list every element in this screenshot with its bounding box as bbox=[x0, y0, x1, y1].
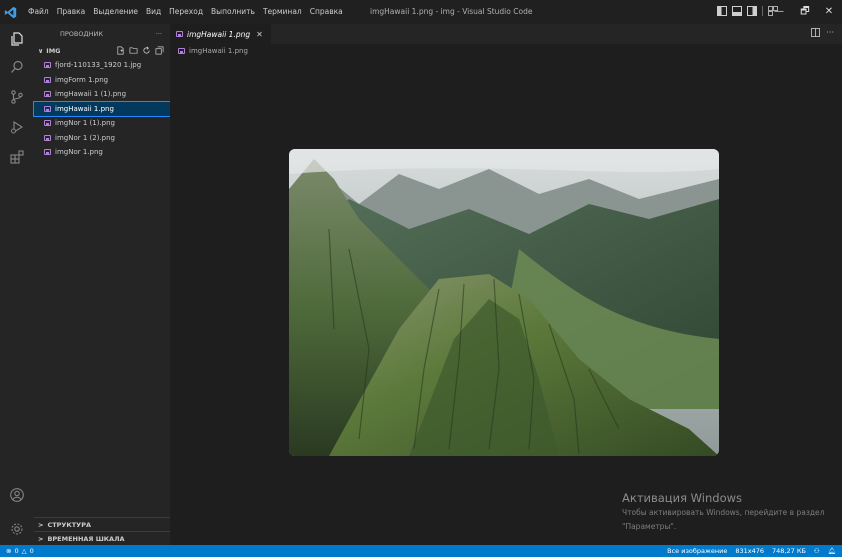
new-file-icon[interactable] bbox=[116, 46, 125, 55]
close-window-button[interactable]: ✕ bbox=[816, 0, 842, 24]
explorer-more-button[interactable]: ··· bbox=[156, 30, 162, 38]
settings-gear-icon[interactable] bbox=[6, 518, 28, 540]
timeline-label: ВРЕМЕННАЯ ШКАЛА bbox=[47, 534, 125, 543]
menu-edit[interactable]: Правка bbox=[53, 0, 90, 24]
minimize-button[interactable]: — bbox=[766, 0, 792, 24]
menu-go[interactable]: Переход bbox=[165, 0, 207, 24]
toggle-panel-icon[interactable] bbox=[732, 6, 742, 16]
image-file-icon bbox=[44, 105, 51, 112]
notifications-bell-icon[interactable]: 🔔︎ bbox=[828, 545, 836, 557]
file-item[interactable]: imgNor 1 (2).png bbox=[34, 131, 170, 146]
account-icon[interactable] bbox=[6, 484, 28, 506]
image-zoom-label[interactable]: Все изображение bbox=[667, 545, 727, 557]
warning-count: 0 bbox=[29, 547, 34, 555]
refresh-icon[interactable] bbox=[142, 46, 151, 55]
image-file-icon bbox=[178, 48, 185, 54]
image-preview bbox=[289, 149, 719, 456]
tab-imghawaii[interactable]: imgHawaii 1.png ✕ bbox=[170, 24, 271, 44]
restore-button[interactable]: 🗗 bbox=[792, 0, 818, 24]
menu-terminal[interactable]: Терминал bbox=[259, 0, 306, 24]
image-file-icon bbox=[44, 62, 51, 69]
explorer-title: ПРОВОДНИК bbox=[60, 30, 103, 38]
divider bbox=[762, 6, 763, 16]
file-name: imgNor 1 (2).png bbox=[55, 133, 115, 142]
window-title: imgHawaii 1.png - img - Visual Studio Co… bbox=[370, 7, 533, 16]
activation-title: Активация Windows bbox=[622, 491, 743, 505]
windows-activation-watermark: Активация Windows Чтобы активировать Win… bbox=[622, 491, 824, 533]
menu-file[interactable]: Файл bbox=[24, 0, 53, 24]
error-count: 0 bbox=[14, 547, 19, 555]
activation-line-2: "Параметры". bbox=[622, 522, 677, 531]
breadcrumb: imgHawaii 1.png bbox=[170, 44, 842, 58]
collapse-all-icon[interactable] bbox=[155, 46, 164, 55]
menu-view[interactable]: Вид bbox=[142, 0, 165, 24]
menu-help[interactable]: Справка bbox=[306, 0, 347, 24]
explorer-icon[interactable] bbox=[6, 28, 28, 50]
file-name: fjord-110133_1920 1.jpg bbox=[55, 61, 142, 70]
vscode-logo-icon bbox=[0, 0, 20, 24]
file-name: imgNor 1.png bbox=[55, 148, 103, 157]
chevron-down-icon: ∨ bbox=[38, 47, 44, 55]
tab-label: imgHawaii 1.png bbox=[187, 29, 251, 39]
menu-bar: Файл Правка Выделение Вид Переход Выполн… bbox=[24, 0, 347, 24]
run-debug-icon[interactable] bbox=[6, 116, 28, 138]
folder-label: IMG bbox=[46, 47, 61, 55]
outline-label: СТРУКТУРА bbox=[47, 520, 91, 529]
image-file-icon bbox=[44, 134, 51, 141]
folder-actions bbox=[116, 46, 164, 55]
image-file-icon bbox=[44, 91, 51, 98]
new-folder-icon[interactable] bbox=[129, 46, 138, 55]
file-name: imgHawaii 1 (1).png bbox=[55, 90, 127, 99]
file-item[interactable]: fjord-110133_1920 1.jpg bbox=[34, 58, 170, 73]
status-right: Все изображение 831x476 748,27 КБ ⚇ 🔔︎ bbox=[667, 545, 836, 557]
image-dimensions: 831x476 bbox=[735, 547, 765, 555]
image-file-icon bbox=[44, 120, 51, 127]
editor-actions: ··· bbox=[811, 28, 834, 37]
breadcrumb-file[interactable]: imgHawaii 1.png bbox=[189, 47, 248, 55]
editor-area: imgHawaii 1.png ✕ ··· imgHawaii 1.png Ак… bbox=[170, 24, 842, 545]
toggle-primary-sidebar-icon[interactable] bbox=[717, 6, 727, 16]
chevron-right-icon: > bbox=[38, 520, 44, 529]
file-name: imgHawaii 1.png bbox=[55, 104, 114, 113]
menu-run[interactable]: Выполнить bbox=[207, 0, 259, 24]
problems-indicator[interactable]: ⊗ 0 △ 0 bbox=[6, 545, 34, 557]
source-control-icon[interactable] bbox=[6, 86, 28, 108]
extensions-icon[interactable] bbox=[6, 146, 28, 168]
status-bar: ⊗ 0 △ 0 Все изображение 831x476 748,27 К… bbox=[0, 545, 842, 557]
tab-close-button[interactable]: ✕ bbox=[256, 30, 263, 39]
activity-bar bbox=[0, 24, 34, 545]
image-file-icon bbox=[44, 149, 51, 156]
image-size: 748,27 КБ bbox=[772, 547, 806, 555]
title-bar: Файл Правка Выделение Вид Переход Выполн… bbox=[0, 0, 842, 24]
file-item[interactable]: imgHawaii 1 (1).png bbox=[34, 87, 170, 102]
file-name: imgForm 1.png bbox=[55, 75, 109, 84]
chevron-right-icon: > bbox=[38, 534, 44, 543]
image-file-icon bbox=[176, 31, 183, 37]
explorer-sidebar: ПРОВОДНИК ··· ∨ IMG fjord-110133_1920 1.… bbox=[33, 24, 171, 545]
file-item[interactable]: imgNor 1.png bbox=[34, 145, 170, 160]
timeline-section[interactable]: > ВРЕМЕННАЯ ШКАЛА bbox=[34, 531, 170, 545]
explorer-header: ПРОВОДНИК ··· bbox=[34, 24, 170, 44]
split-editor-icon[interactable] bbox=[811, 28, 821, 37]
toggle-secondary-sidebar-icon[interactable] bbox=[747, 6, 757, 16]
menu-selection[interactable]: Выделение bbox=[89, 0, 142, 24]
file-item[interactable]: imgNor 1 (1).png bbox=[34, 116, 170, 131]
activation-line-1: Чтобы активировать Windows, перейдите в … bbox=[622, 508, 825, 517]
file-name: imgNor 1 (1).png bbox=[55, 119, 115, 128]
accounts-icon[interactable]: ⚇ bbox=[814, 545, 820, 557]
folder-img[interactable]: ∨ IMG bbox=[34, 44, 170, 58]
outline-section[interactable]: > СТРУКТУРА bbox=[34, 517, 170, 531]
file-item[interactable]: imgForm 1.png bbox=[34, 73, 170, 88]
image-file-icon bbox=[44, 76, 51, 83]
warning-icon: △ bbox=[21, 547, 27, 555]
search-icon[interactable] bbox=[6, 56, 28, 78]
more-actions-button[interactable]: ··· bbox=[826, 28, 834, 37]
error-icon: ⊗ bbox=[6, 547, 12, 555]
tab-bar: imgHawaii 1.png ✕ ··· bbox=[170, 24, 842, 44]
file-item-selected[interactable]: imgHawaii 1.png bbox=[33, 100, 171, 117]
